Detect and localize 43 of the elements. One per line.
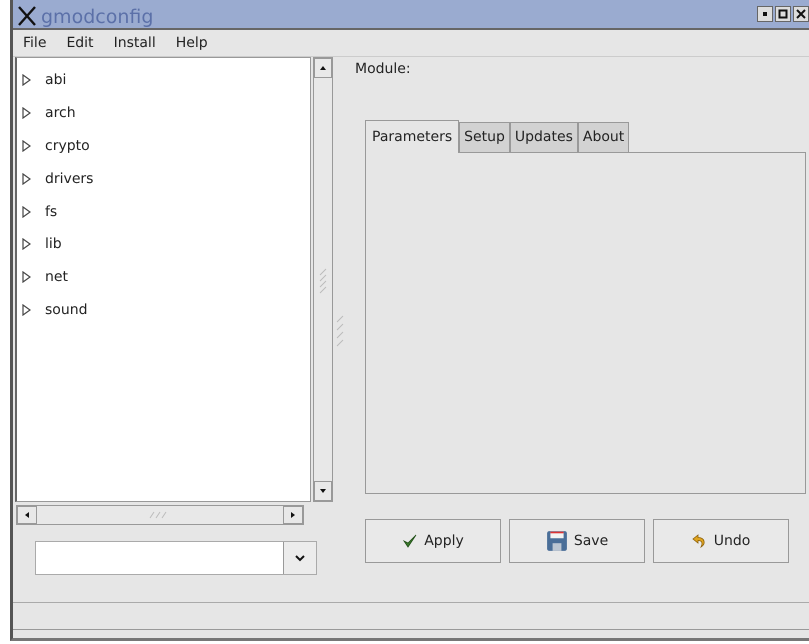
expander-icon[interactable] [21, 206, 31, 218]
expander-icon[interactable] [21, 140, 31, 152]
tree-item[interactable]: sound [17, 294, 310, 326]
down-arrow-icon[interactable] [319, 487, 327, 495]
checkmark-icon [402, 533, 418, 549]
right-arrow-icon[interactable] [289, 511, 297, 519]
expander-icon[interactable] [21, 304, 31, 316]
maximize-button[interactable] [775, 6, 791, 22]
tab[interactable]: Setup [459, 122, 510, 152]
close-icon [796, 9, 806, 19]
left-arrow-icon[interactable] [23, 511, 31, 519]
tree-item[interactable]: lib [17, 228, 310, 261]
tree-item[interactable]: arch [17, 96, 310, 130]
expander-icon[interactable] [21, 172, 31, 185]
tab[interactable]: About [578, 122, 630, 152]
save-button[interactable]: Save [509, 519, 645, 563]
up-arrow-icon[interactable] [319, 64, 327, 72]
tree-item[interactable]: crypto [17, 130, 310, 162]
square-icon [778, 9, 788, 19]
menu-item[interactable]: File [23, 35, 46, 51]
close-button[interactable] [793, 6, 809, 22]
expander-icon[interactable] [21, 238, 31, 250]
menu-item[interactable]: Install [114, 35, 156, 51]
chevron-down-icon[interactable] [295, 554, 305, 562]
tree-item[interactable]: abi [17, 64, 310, 97]
horizontal-scrollbar[interactable] [16, 505, 304, 525]
undo-button[interactable]: Undo [653, 519, 789, 563]
tab[interactable]: Updates [510, 122, 578, 152]
menu-item[interactable]: Help [176, 35, 208, 51]
tree-item[interactable]: drivers [17, 162, 310, 196]
vertical-scrollbar[interactable] [313, 57, 333, 502]
expander-icon[interactable] [21, 74, 31, 86]
module-label: Module: [355, 61, 412, 77]
apply-button[interactable]: Apply [365, 519, 501, 563]
x-logo-icon [17, 6, 37, 26]
window-title: gmodconfig [41, 6, 154, 28]
minimize-button[interactable] [757, 6, 773, 22]
tree-item[interactable]: fs [17, 195, 310, 228]
expander-icon[interactable] [21, 107, 31, 120]
tab[interactable]: Parameters [365, 120, 460, 153]
expander-icon[interactable] [21, 271, 31, 284]
tree-item[interactable]: net [17, 260, 310, 294]
menu-item[interactable]: Edit [66, 35, 94, 51]
